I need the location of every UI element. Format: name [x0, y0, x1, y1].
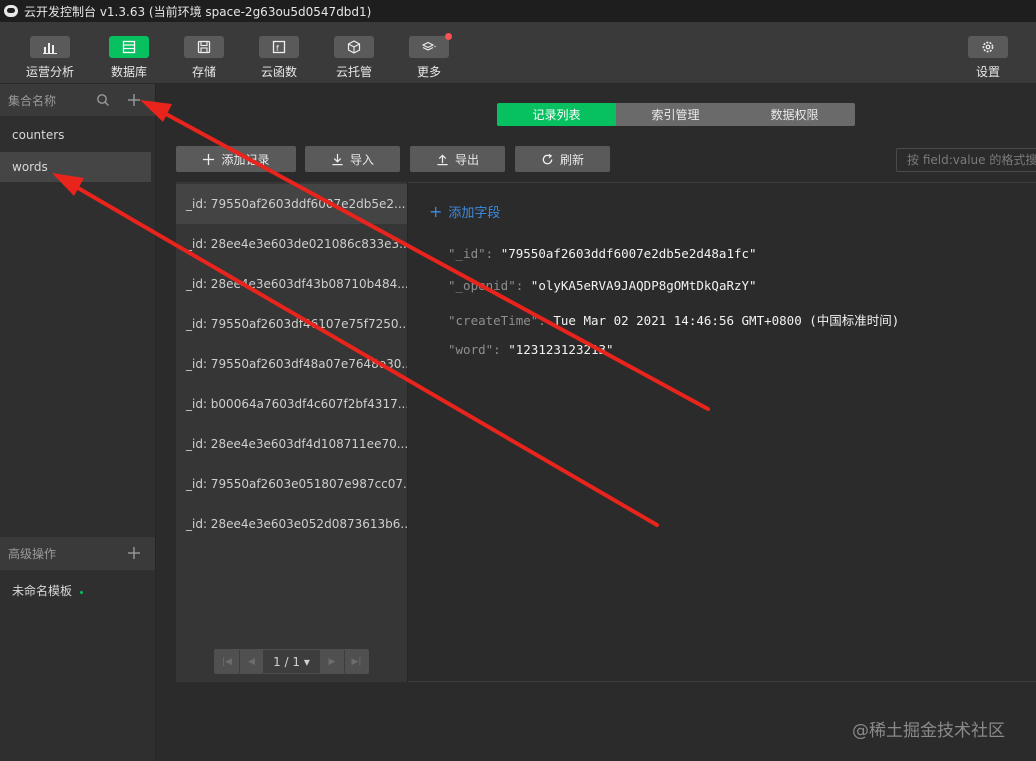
add-field-label: 添加字段	[448, 206, 501, 221]
export-label: 导出	[454, 152, 479, 167]
collection-item-label: words	[12, 160, 48, 174]
toolbar-more-label: 更多	[416, 65, 441, 79]
download-icon	[332, 153, 343, 165]
field-key: "word":	[448, 342, 501, 357]
prev-page-button[interactable]: ◀	[239, 650, 263, 673]
field-value: "123123123213"	[508, 342, 614, 357]
tab-permissions[interactable]: 数据权限	[735, 103, 854, 126]
field-row-id[interactable]: "_id": "79550af2603ddf6007e2db5e2d48a1fc…	[448, 246, 757, 261]
first-page-button[interactable]: |◀	[215, 650, 239, 673]
toolbar-storage[interactable]: 存储	[174, 36, 234, 80]
svg-text:f: f	[276, 44, 279, 53]
record-item[interactable]: _id: 28ee4e3e603df4d108711ee70...	[176, 424, 407, 464]
advanced-ops-header: 高级操作	[0, 537, 155, 570]
refresh-button[interactable]: 刷新	[515, 146, 610, 172]
record-item[interactable]: _id: 79550af2603ddf6007e2db5e2...	[176, 184, 407, 224]
toolbar-hosting-label: 云托管	[335, 65, 372, 79]
layers-icon	[409, 33, 452, 58]
notification-dot	[445, 33, 452, 40]
field-value: Tue Mar 02 2021 14:46:56 GMT+0800 (中国标准时…	[553, 313, 900, 328]
field-row-createtime[interactable]: "createTime": Tue Mar 02 2021 14:46:56 G…	[448, 310, 899, 329]
page-indicator[interactable]: 1 / 1 ▾	[263, 655, 320, 669]
record-item[interactable]: _id: 28ee4e3e603de021086c833e3...	[176, 224, 407, 264]
import-label: 导入	[349, 152, 374, 167]
field-row-openid[interactable]: "_openid": "olyKA5eRVA9JAQDP8gOMtDkQaRzY…	[448, 278, 757, 293]
view-tabs: 记录列表 索引管理 数据权限	[497, 103, 855, 126]
toolbar-settings-label: 设置	[975, 65, 1000, 79]
collection-item-counters[interactable]: counters	[0, 120, 151, 150]
add-field-button[interactable]: + 添加字段	[429, 202, 500, 221]
function-icon: f	[259, 36, 299, 58]
window-title: 云开发控制台 v1.3.63 (当前环境 space-2g63ou5d0547d…	[24, 4, 372, 19]
record-item[interactable]: _id: 79550af2603df48a07e7648e30...	[176, 344, 407, 384]
record-item[interactable]: _id: b00064a7603df4c607f2bf4317...	[176, 384, 407, 424]
wechat-icon	[4, 5, 18, 17]
bar-chart-icon	[30, 36, 70, 58]
storage-icon	[184, 36, 224, 58]
search-icon[interactable]	[95, 92, 111, 108]
record-item[interactable]: _id: 28ee4e3e603e052d0873613b6...	[176, 504, 407, 544]
export-button[interactable]: 导出	[410, 146, 505, 172]
toolbar-hosting[interactable]: 云托管	[324, 36, 384, 80]
gear-icon	[968, 36, 1008, 58]
record-item[interactable]: _id: 79550af2603e051807e987cc07...	[176, 464, 407, 504]
refresh-icon	[542, 153, 553, 164]
collections-header: 集合名称	[0, 84, 155, 116]
last-page-button[interactable]: ▶|	[344, 650, 368, 673]
plus-icon	[203, 153, 215, 165]
main-toolbar: 运营分析 数据库 存储 f 云函数 云托管 更多 设置	[0, 22, 1036, 84]
record-list: _id: 79550af2603ddf6007e2db5e2... _id: 2…	[176, 182, 408, 682]
database-icon	[109, 36, 149, 58]
add-template-icon[interactable]	[127, 546, 141, 563]
collections-header-label: 集合名称	[8, 93, 57, 108]
plus-icon: +	[429, 201, 443, 221]
field-key: "_id":	[448, 246, 494, 261]
template-item[interactable]: 未命名模板	[12, 582, 84, 599]
collection-item-label: counters	[12, 128, 65, 142]
tab-indexes[interactable]: 索引管理	[616, 103, 735, 126]
field-key: "_openid":	[448, 278, 524, 293]
toolbar-analytics[interactable]: 运营分析	[20, 36, 80, 80]
cube-icon	[334, 36, 374, 58]
toolbar-analytics-label: 运营分析	[25, 65, 74, 79]
toolbar-storage-label: 存储	[191, 65, 216, 79]
collections-sidebar: 集合名称 counters words 高级操作 未命名模板	[0, 84, 156, 761]
next-page-button[interactable]: ▶	[320, 650, 344, 673]
record-item[interactable]: _id: 28ee4e3e603df43b08710b484...	[176, 264, 407, 304]
field-key: "createTime":	[448, 313, 546, 328]
collection-item-words[interactable]: words	[0, 152, 151, 182]
import-button[interactable]: 导入	[305, 146, 400, 172]
template-item-label: 未命名模板	[12, 584, 73, 598]
advanced-ops-label: 高级操作	[8, 547, 57, 561]
field-row-word[interactable]: "word": "123123123213"	[448, 342, 614, 357]
record-search-input[interactable]	[896, 148, 1036, 172]
pagination: |◀ ◀ 1 / 1 ▾ ▶ ▶|	[214, 649, 369, 674]
title-bar: 云开发控制台 v1.3.63 (当前环境 space-2g63ou5d0547d…	[0, 0, 1036, 22]
status-dot	[80, 591, 84, 594]
add-record-label: 添加记录	[221, 152, 270, 167]
tab-records[interactable]: 记录列表	[497, 103, 616, 126]
refresh-label: 刷新	[559, 152, 584, 167]
field-value: "79550af2603ddf6007e2db5e2d48a1fc"	[500, 246, 757, 261]
toolbar-settings[interactable]: 设置	[958, 36, 1018, 80]
toolbar-database[interactable]: 数据库	[99, 36, 159, 80]
field-value: "olyKA5eRVA9JAQDP8gOMtDkQaRzY"	[530, 278, 757, 293]
toolbar-functions[interactable]: f 云函数	[249, 36, 309, 80]
record-item[interactable]: _id: 79550af2603df46107e75f7250...	[176, 304, 407, 344]
toolbar-more[interactable]: 更多	[399, 33, 459, 80]
add-record-button[interactable]: 添加记录	[176, 146, 296, 172]
toolbar-database-label: 数据库	[110, 65, 147, 79]
add-collection-icon[interactable]	[126, 92, 142, 108]
toolbar-functions-label: 云函数	[260, 65, 297, 79]
upload-icon	[437, 153, 448, 165]
watermark: @稀土掘金技术社区	[852, 721, 1005, 741]
